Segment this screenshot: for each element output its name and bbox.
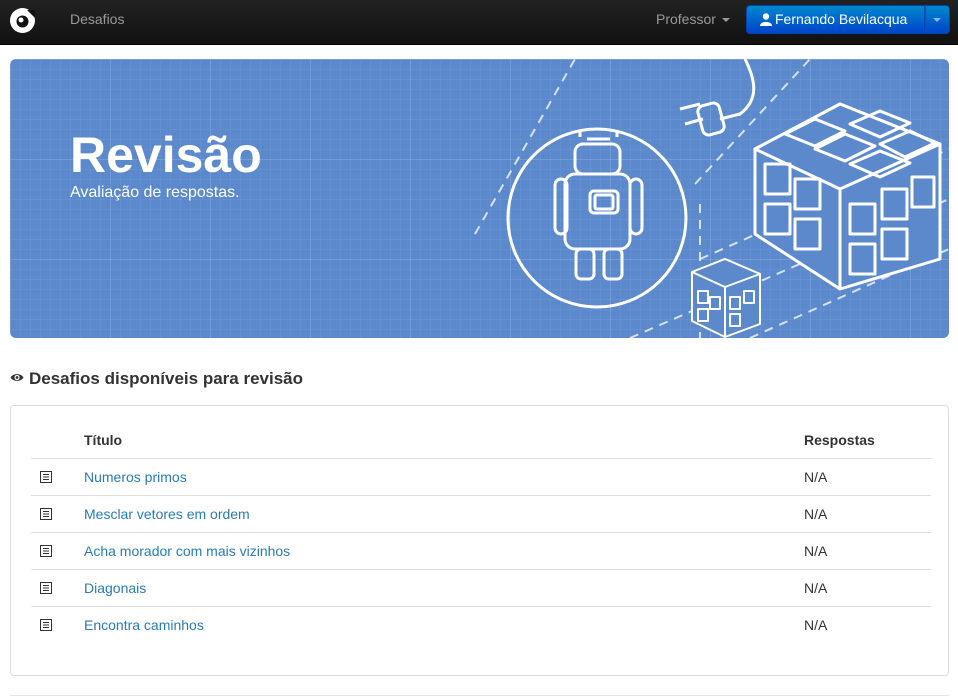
table-row: Diagonais N/A <box>31 570 931 607</box>
section-heading-text: Desafios disponíveis para revisão <box>29 369 304 388</box>
hero-banner: Revisão Avaliação de respostas. <box>10 59 949 338</box>
list-icon <box>40 508 52 520</box>
page-title: Revisão <box>70 127 262 183</box>
responses-value: N/A <box>804 469 828 485</box>
list-icon <box>40 582 52 594</box>
nav-desafios-link[interactable]: Desafios <box>70 11 124 27</box>
user-name-label: Fernando Bevilacqua <box>775 11 908 27</box>
challenge-link[interactable]: Numeros primos <box>84 469 187 485</box>
list-icon <box>40 619 52 631</box>
table-row: Mesclar vetores em ordem N/A <box>31 496 931 533</box>
column-header-respostas: Respostas <box>804 432 875 448</box>
user-icon <box>760 13 772 26</box>
professor-dropdown[interactable]: Professor <box>656 11 730 27</box>
user-menu-toggle[interactable] <box>925 5 950 34</box>
challenge-link[interactable]: Mesclar vetores em ordem <box>84 506 250 522</box>
responses-value: N/A <box>804 543 828 559</box>
page-subtitle: Avaliação de respostas. <box>70 184 240 201</box>
table-row: Encontra caminhos N/A <box>31 607 931 643</box>
user-profile-button[interactable]: Fernando Bevilacqua <box>746 5 925 34</box>
challenge-link[interactable]: Encontra caminhos <box>84 617 204 633</box>
responses-value: N/A <box>804 617 828 633</box>
table-row: Acha morador com mais vizinhos N/A <box>31 533 931 570</box>
responses-value: N/A <box>804 506 828 522</box>
section-heading: Desafios disponíveis para revisão <box>10 369 303 389</box>
list-icon <box>40 545 52 557</box>
professor-label: Professor <box>656 11 716 27</box>
chevron-down-icon <box>933 18 941 22</box>
challenges-panel: Título Respostas Numeros primos N/A Mesc… <box>10 405 949 676</box>
responses-value: N/A <box>804 580 828 596</box>
top-navbar: Desafios Professor Fernando Bevilacqua <box>0 0 958 45</box>
chevron-down-icon <box>721 18 730 23</box>
challenge-link[interactable]: Diagonais <box>84 580 146 596</box>
list-icon <box>40 471 52 483</box>
logo-icon[interactable] <box>9 7 36 34</box>
column-header-titulo: Título <box>84 432 123 448</box>
table-header: Título Respostas <box>31 426 931 459</box>
challenges-table: Título Respostas Numeros primos N/A Mesc… <box>31 426 931 643</box>
eye-icon <box>10 374 24 381</box>
footer-divider <box>10 695 949 696</box>
table-row: Numeros primos N/A <box>31 459 931 496</box>
challenge-link[interactable]: Acha morador com mais vizinhos <box>84 543 290 559</box>
